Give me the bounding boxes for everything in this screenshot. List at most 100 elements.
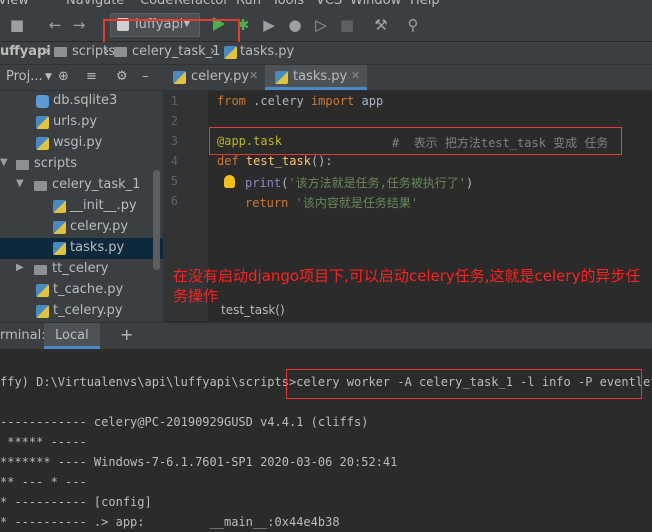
breadcrumb-tasks[interactable]: tasks.py [240,44,294,59]
code-keyword: def [217,154,239,168]
code-punct: (): [310,154,333,168]
terminal-line: ------------ celery@PC-20190929GUSD v4.4… [0,415,369,429]
python-file-icon [275,71,288,84]
python-file-icon [173,71,186,84]
collapsed-arrow-icon[interactable]: ▶ [16,262,24,273]
python-file-icon [36,305,49,318]
tree-item-label: scripts [34,156,77,171]
tree-item-label: db.sqlite3 [53,93,118,108]
terminal-line: ***** ----- [0,435,87,449]
editor-tabs: celery.py ✕ tasks.py ✕ [163,65,652,91]
terminal-line: ** --- * --- [0,475,87,489]
tree-item-init[interactable]: __init__.py [0,196,163,217]
tree-item-label: urls.py [53,114,98,129]
chevron-down-icon[interactable]: ▼ [45,72,52,82]
annotation-box-decorator [209,127,622,155]
menu-navigate[interactable]: Navigate [66,0,124,8]
terminal-line: * ---------- .> app: __main__:0x44e4b38 [0,515,340,529]
concurrency-icon[interactable]: ▷ [312,16,330,34]
tree-item-label: __init__.py [70,198,137,213]
folder-icon [114,44,127,59]
terminal-header: rminal: Local + [0,322,652,349]
stop-icon[interactable]: ■ [338,16,356,34]
wrench-icon[interactable]: ⚒ [372,16,390,34]
code-name: app [354,94,384,108]
menu-vcs[interactable]: VCS [316,0,342,8]
code-keyword: return [245,196,289,210]
folder-icon [34,265,47,275]
menu-refactor[interactable]: Refactor [174,0,229,8]
tree-item-t-celery[interactable]: t_celery.py [0,301,163,322]
terminal-line: ******* ---- Windows-7-6.1.7601-SP1 2020… [0,455,398,469]
project-tree: db.sqlite3 urls.py wsgi.py ▼ scripts ▼ c… [0,91,163,322]
collapse-icon[interactable]: ≡ [86,69,97,84]
expand-arrow-icon[interactable]: ▼ [16,178,24,189]
locate-icon[interactable]: ⊕ [58,69,69,84]
save-icon[interactable]: ■ [8,16,26,34]
code-line-6: return '该内容就是任务结果' [245,194,418,211]
tree-item-label: wsgi.py [53,135,103,150]
line-number: 6 [170,194,178,208]
menu-tools[interactable]: Tools [272,0,304,8]
terminal-line: * ---------- [config] [0,495,152,509]
function-breadcrumb-label[interactable]: test_task() [221,303,285,317]
tree-item-tasks[interactable]: tasks.py [0,238,163,259]
search-icon[interactable]: ⚲ [404,16,422,34]
menu-view[interactable]: View [0,0,29,8]
menu-code[interactable]: Code [140,0,173,8]
project-scrollbar[interactable] [153,170,160,270]
terminal-tab-label[interactable]: Local [55,328,89,343]
annotation-box-command [286,369,642,399]
lightbulb-icon[interactable] [224,175,235,188]
profile-icon[interactable]: ● [286,16,304,34]
python-file-icon [53,242,66,255]
add-terminal-button[interactable]: + [120,325,133,344]
code-string: '该方法就是任务,任务被执行了' [288,176,467,190]
tree-item-tt-celery[interactable]: ▶ tt_celery [0,259,163,280]
forward-icon[interactable]: → [70,16,88,34]
close-icon[interactable]: ✕ [351,69,360,82]
project-panel-header: Proj... ▼ ⊕ ≡ ⚙ – [0,65,163,91]
tree-item-t-cache[interactable]: t_cache.py [0,280,163,301]
breadcrumb-celery-task-1[interactable]: celery_task_1 [132,44,220,59]
minimize-icon[interactable]: – [142,69,149,84]
folder-icon [34,181,47,191]
tab-tasks-py[interactable]: tasks.py ✕ [265,65,367,90]
folder-icon [54,44,67,59]
folder-icon [16,160,29,170]
close-icon[interactable]: ✕ [249,69,258,82]
breadcrumb-sep-1: › [44,44,50,59]
tree-item-scripts[interactable]: ▼ scripts [0,154,163,175]
code-string: '该内容就是任务结果' [295,196,419,210]
coverage-icon[interactable]: ▶ [260,16,278,34]
project-panel-title[interactable]: Proj... [6,69,43,84]
back-icon[interactable]: ← [46,16,64,34]
python-file-icon [36,284,49,297]
line-number: 3 [170,134,178,148]
python-file-icon [53,221,66,234]
code-punct: ) [466,176,474,190]
tree-item-label: tt_celery [52,261,109,276]
breadcrumb-sep-2: › [104,44,110,59]
code-module: .celery [245,94,311,108]
tree-item-label: tasks.py [70,240,125,255]
tree-item-urls[interactable]: urls.py [0,112,163,133]
tab-label: celery.py [191,69,250,84]
tree-item-celery-task-1[interactable]: ▼ celery_task_1 [0,175,163,196]
menu-bar: View Navigate Code Refactor Run Tools VC… [0,0,652,8]
tree-item-db-sqlite3[interactable]: db.sqlite3 [0,91,163,112]
code-line-4: def test_task(): [217,154,333,168]
breadcrumb-sep-3: › [210,44,216,59]
tab-celery-py[interactable]: celery.py ✕ [163,65,265,90]
menu-help[interactable]: Help [410,0,440,8]
tree-item-wsgi[interactable]: wsgi.py [0,133,163,154]
expand-arrow-icon[interactable]: ▼ [0,157,8,168]
code-builtin: print [245,176,282,190]
tree-item-label: celery.py [70,219,129,234]
line-number: 1 [170,94,178,108]
menu-run[interactable]: Run [236,0,261,8]
python-file-icon [224,46,237,59]
gear-icon[interactable]: ⚙ [116,69,128,84]
tree-item-celery[interactable]: celery.py [0,217,163,238]
menu-window[interactable]: Window [350,0,401,8]
